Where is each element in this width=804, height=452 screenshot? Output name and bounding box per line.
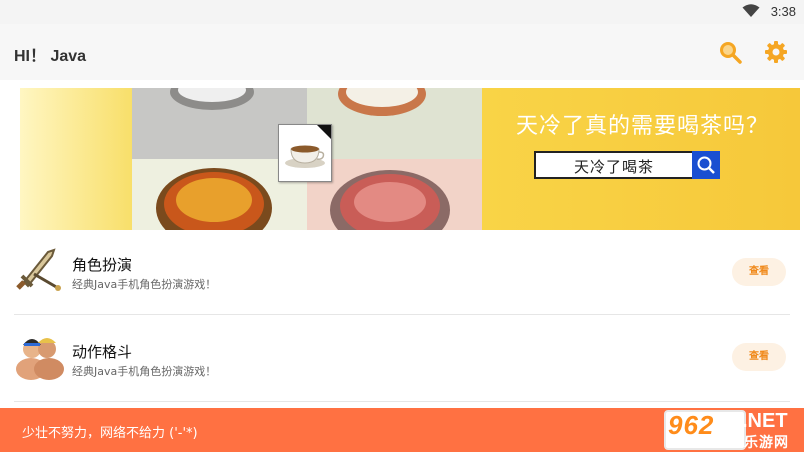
banner-headline: 天冷了真的需要喝茶吗？ bbox=[516, 114, 770, 139]
item-description: 经典Java手机角色扮演游戏！ bbox=[72, 365, 217, 378]
status-bar: 3:38 bbox=[0, 0, 804, 24]
wifi-icon bbox=[742, 4, 760, 17]
app-title: HI！ Java bbox=[14, 48, 87, 65]
banner-search-text: 天冷了喝茶 bbox=[573, 158, 654, 176]
sword-icon bbox=[16, 248, 61, 291]
watermark-net: .NET bbox=[742, 410, 788, 432]
settings-button[interactable] bbox=[762, 38, 790, 66]
app-bar: HI！ Java bbox=[0, 24, 804, 80]
toast-text: 少壮不努力，网络不给力 ('-'*) bbox=[22, 426, 198, 441]
view-button[interactable]: 查看 bbox=[732, 343, 786, 371]
view-button[interactable]: 查看 bbox=[732, 258, 786, 286]
gear-icon bbox=[765, 41, 787, 63]
fighters-icon bbox=[16, 338, 64, 380]
site-watermark: 962 .NET 乐游网 bbox=[664, 408, 804, 452]
search-button[interactable] bbox=[716, 38, 744, 66]
item-description: 经典Java手机角色扮演游戏！ bbox=[72, 278, 217, 291]
tea-cup-card bbox=[278, 124, 332, 182]
list-item[interactable]: 角色扮演 经典Java手机角色扮演游戏！ 查看 bbox=[14, 230, 790, 315]
search-icon bbox=[720, 42, 742, 64]
status-time: 3:38 bbox=[770, 4, 796, 19]
list-item[interactable]: 动作格斗 经典Java手机角色扮演游戏！ 查看 bbox=[14, 317, 790, 402]
search-icon bbox=[697, 156, 715, 174]
item-name: 动作格斗 bbox=[72, 343, 133, 361]
banner-left-panel bbox=[20, 88, 132, 230]
watermark-number: 962 bbox=[668, 410, 715, 440]
tea-cup-icon bbox=[285, 125, 331, 168]
banner-search-box[interactable]: 天冷了喝茶 bbox=[534, 151, 694, 179]
item-name: 角色扮演 bbox=[72, 256, 133, 274]
promo-banner[interactable]: 天冷了真的需要喝茶吗？ 天冷了喝茶 bbox=[20, 88, 800, 230]
watermark-site: 乐游网 bbox=[744, 435, 789, 451]
banner-search-button[interactable] bbox=[692, 151, 720, 179]
